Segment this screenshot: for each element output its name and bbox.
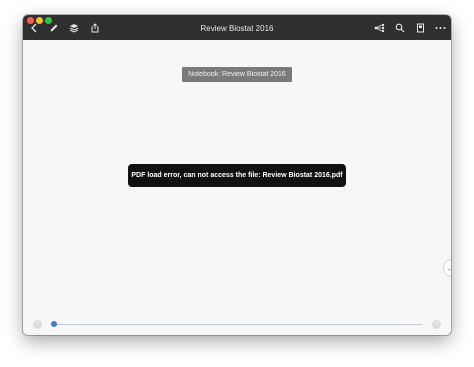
toolbar: Review Biostat 2016 <box>23 15 451 40</box>
scrubber-track[interactable] <box>52 324 422 325</box>
side-panel-toggle[interactable]: ← <box>443 259 451 277</box>
layers-icon[interactable] <box>65 15 83 40</box>
notebook-label: Notebook: Review Biostat 2016 <box>182 67 292 82</box>
pencil-icon[interactable] <box>45 15 63 40</box>
pdf-load-error-toast: PDF load error, can not access the file:… <box>128 164 346 187</box>
outline-tree-icon[interactable] <box>370 15 388 40</box>
bookmark-icon[interactable] <box>411 15 429 40</box>
scrubber-thumb[interactable] <box>51 321 57 327</box>
next-page-button[interactable]: › <box>432 320 441 329</box>
more-icon[interactable] <box>431 15 449 40</box>
arrow-left-icon: ← <box>446 263 451 273</box>
back-chevron-icon[interactable] <box>25 15 43 40</box>
previous-page-button[interactable]: ‹ <box>33 320 42 329</box>
chevron-right-icon: › <box>435 321 438 327</box>
chevron-left-icon: ‹ <box>36 321 39 327</box>
page-scrubber: ‹ › <box>23 313 451 335</box>
app-window: Review Biostat 2016 Notebook: Review Bio… <box>23 15 451 335</box>
share-icon[interactable] <box>86 15 104 40</box>
search-icon[interactable] <box>391 15 409 40</box>
